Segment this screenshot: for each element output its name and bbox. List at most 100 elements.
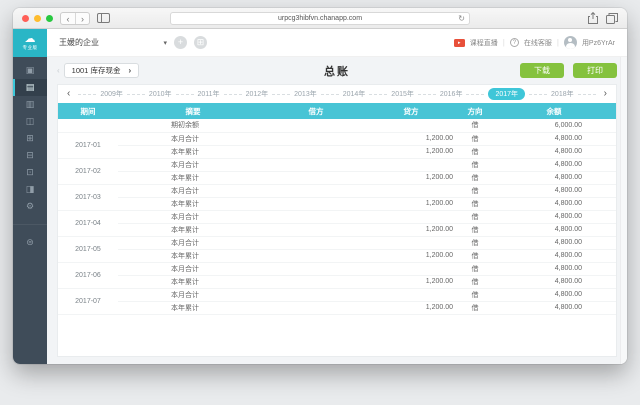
timeline-dash <box>578 94 596 95</box>
ledger-card: ‹ 2009年 2010年 2011年 2012年 2013年 2014年 2015年 201… <box>57 84 617 357</box>
credit-cell: 1,200.00 <box>364 275 458 288</box>
balance-cell: 4,800.00 <box>492 275 616 288</box>
summary-cell: 本月合计 <box>118 236 268 249</box>
forward-icon[interactable]: › <box>75 13 89 24</box>
zoom-window-button[interactable] <box>46 15 53 22</box>
live-tv-icon: ▸ <box>454 39 465 47</box>
period-cell: 2017-06 <box>58 262 118 288</box>
live-link[interactable]: 课程直播 <box>470 38 498 48</box>
direction-cell: 借 <box>458 171 492 184</box>
period-cell <box>58 119 118 132</box>
period-cell: 2017-01 <box>58 132 118 158</box>
scrollbar[interactable] <box>620 57 627 364</box>
account-selector[interactable]: 1001 库存现金 › <box>64 63 139 78</box>
balance-cell: 4,800.00 <box>492 184 616 197</box>
credit-cell <box>364 210 458 223</box>
timeline-year[interactable]: 2012年 <box>246 89 269 99</box>
action-buttons: 下载 打印 <box>520 63 617 78</box>
cloud-logo-icon: ☁ <box>25 34 36 45</box>
summary-cell: 本年累计 <box>118 197 268 210</box>
avatar[interactable] <box>564 36 577 49</box>
table-row: 2017-04本月合计借4,800.00 <box>58 210 616 223</box>
table-row: 本年累计1,200.00借4,800.00 <box>58 275 616 288</box>
debit-cell <box>268 171 364 184</box>
account-label: 1001 库存现金 <box>72 65 121 76</box>
summary-cell: 本年累计 <box>118 145 268 158</box>
minimize-window-button[interactable] <box>34 15 41 22</box>
column-header: 借方 <box>268 103 364 119</box>
sidebar-item-ledger[interactable]: ▤ <box>13 79 47 96</box>
tabs-overview-icon[interactable] <box>606 13 618 24</box>
credit-cell: 1,200.00 <box>364 145 458 158</box>
voucher-icon: ▣ <box>26 65 35 76</box>
address-bar[interactable]: urpcg3hibfvn.chanapp.com ↻ <box>170 12 470 25</box>
print-button[interactable]: 打印 <box>573 63 617 78</box>
direction-cell: 借 <box>458 249 492 262</box>
timeline-year[interactable]: 2014年 <box>343 89 366 99</box>
direction-cell: 借 <box>458 197 492 210</box>
balance-cell: 4,800.00 <box>492 249 616 262</box>
username[interactable]: 用Pz6YrAr <box>582 38 615 48</box>
timeline-year[interactable]: 2011年 <box>198 89 220 99</box>
debit-cell <box>268 249 364 262</box>
app-logo[interactable]: ☁ 专业版 <box>13 29 47 57</box>
timeline-year-selected[interactable]: 2017年 <box>488 88 525 100</box>
close-window-button[interactable] <box>22 15 29 22</box>
chevron-down-icon: ▾ <box>163 39 167 47</box>
back-icon[interactable]: ‹ <box>61 13 75 24</box>
table-row: 本年累计1,200.00借4,800.00 <box>58 171 616 184</box>
balance-cell: 4,800.00 <box>492 145 616 158</box>
summary-cell: 本年累计 <box>118 275 268 288</box>
credit-cell <box>364 236 458 249</box>
timeline-year[interactable]: 2016年 <box>440 89 463 99</box>
table-body: 期初余额借6,000.002017-01本月合计1,200.00借4,800.0… <box>58 119 616 314</box>
summary-cell: 本年累计 <box>118 171 268 184</box>
sidebar-item-voucher[interactable]: ▣ <box>13 62 47 79</box>
balance-cell: 4,800.00 <box>492 288 616 301</box>
timeline-prev-icon[interactable]: ‹ <box>63 86 74 102</box>
share-icon[interactable] <box>588 12 598 24</box>
history-nav: ‹ › <box>60 12 90 25</box>
credit-cell: 1,200.00 <box>364 132 458 145</box>
sidebar-item-settings[interactable]: ⚙ <box>13 198 47 215</box>
credit-cell <box>364 288 458 301</box>
direction-cell: 借 <box>458 158 492 171</box>
direction-cell: 借 <box>458 184 492 197</box>
download-button[interactable]: 下载 <box>520 63 564 78</box>
sidebar-divider <box>13 224 47 234</box>
timeline-dash <box>127 94 145 95</box>
timeline-year[interactable]: 2009年 <box>100 89 123 99</box>
timeline-next-icon[interactable]: › <box>600 86 611 102</box>
balance-cell: 4,800.00 <box>492 171 616 184</box>
main-content: ‹ 1001 库存现金 › 总账 下载 打印 ‹ 2009年2010年2011年… <box>47 57 627 364</box>
sidebar-item-inventory[interactable]: ◨ <box>13 181 47 198</box>
apps-grid-button[interactable]: ⊞ <box>194 36 207 49</box>
next-account-icon[interactable]: › <box>128 66 131 75</box>
timeline-year[interactable]: 2018年 <box>551 89 574 99</box>
add-button[interactable]: + <box>174 36 187 49</box>
reload-icon[interactable]: ↻ <box>458 13 465 25</box>
credit-cell: 1,200.00 <box>364 197 458 210</box>
support-link[interactable]: 在线客服 <box>524 38 552 48</box>
credit-cell: 1,200.00 <box>364 223 458 236</box>
prev-account-icon[interactable]: ‹ <box>57 66 60 75</box>
table-header-row: 期间摘要借方贷方方向余额 <box>58 103 616 119</box>
timeline-year[interactable]: 2013年 <box>294 89 317 99</box>
sidebar-item-checkout[interactable]: ⊜ <box>13 234 47 251</box>
sidebar-item-funds[interactable]: ◫ <box>13 113 47 130</box>
period-cell: 2017-07 <box>58 288 118 314</box>
timeline-dash <box>224 94 242 95</box>
timeline-year[interactable]: 2015年 <box>391 89 414 99</box>
balance-cell: 4,800.00 <box>492 262 616 275</box>
credit-cell <box>364 158 458 171</box>
debit-cell <box>268 184 364 197</box>
sidebar-item-salary[interactable]: ⊡ <box>13 164 47 181</box>
debit-cell <box>268 275 364 288</box>
company-selector[interactable]: 王媛的企业 ▾ <box>59 37 167 48</box>
timeline-year[interactable]: 2010年 <box>149 89 172 99</box>
sidebar-item-invoice[interactable]: ⊟ <box>13 147 47 164</box>
sidebar-toggle-icon[interactable] <box>97 13 110 23</box>
sidebar-item-reports[interactable]: ▥ <box>13 96 47 113</box>
timeline-dash <box>321 94 339 95</box>
sidebar-item-assets[interactable]: ⊞ <box>13 130 47 147</box>
